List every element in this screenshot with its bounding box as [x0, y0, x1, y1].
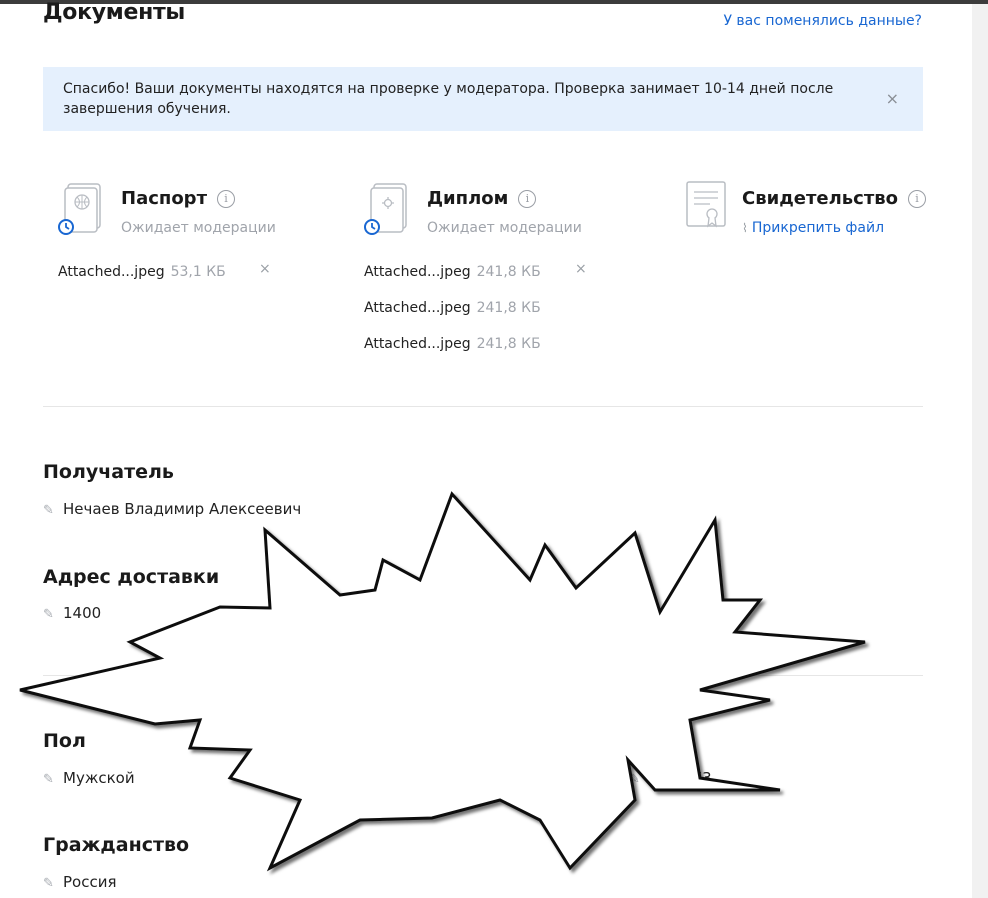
file-row[interactable]: Attached...jpeg 241,8 КБ: [364, 264, 541, 280]
paperclip-icon: ⌇: [742, 221, 748, 235]
page-title: Документы: [43, 0, 186, 25]
notice-text: Спасибо! Ваши документы находятся на про…: [63, 81, 834, 117]
certificate-icon: [686, 181, 726, 228]
remove-file-icon[interactable]: ×: [575, 261, 587, 277]
attach-file-label[interactable]: Прикрепить файл: [752, 220, 884, 236]
scrollbar[interactable]: [972, 4, 988, 898]
file-name[interactable]: Attached...jpeg: [364, 336, 471, 352]
delivery-title: Адрес доставки: [43, 566, 220, 588]
close-icon[interactable]: ×: [886, 89, 899, 109]
data-changed-link[interactable]: У вас поменялись данные?: [723, 13, 922, 29]
pencil-icon[interactable]: ✎: [43, 876, 57, 891]
file-name[interactable]: Attached...jpeg: [364, 264, 471, 280]
passport-status: Ожидает модерации: [121, 220, 276, 236]
certificate-title-text: Свидетельство: [742, 188, 899, 209]
info-icon[interactable]: i: [908, 190, 927, 208]
passport-document: Паспорт i Ожидает модерации: [58, 180, 338, 300]
pencil-icon[interactable]: ✎: [43, 607, 57, 622]
remove-file-icon[interactable]: ×: [259, 261, 271, 277]
file-size: 241,8 КБ: [476, 336, 541, 352]
certificate-title: Свидетельство i: [742, 188, 927, 209]
passport-title: Паспорт i: [121, 188, 236, 209]
file-name[interactable]: Attached...jpeg: [58, 264, 165, 280]
info-icon[interactable]: i: [217, 190, 236, 208]
passport-title-text: Паспорт: [121, 188, 208, 209]
recipient-value-row[interactable]: ✎ Нечаев Владимир Алексеевич: [43, 500, 301, 518]
pencil-icon[interactable]: ✎: [629, 772, 643, 787]
attach-file-link[interactable]: ⌇ Прикрепить файл: [742, 220, 884, 236]
delivery-value-row[interactable]: ✎ 1400: [43, 604, 101, 622]
file-size: 53,1 КБ: [170, 264, 226, 280]
snils-value: 114-273: [649, 769, 712, 787]
file-row[interactable]: Attached...jpeg 241,8 КБ: [364, 336, 541, 352]
file-size: 241,8 КБ: [476, 300, 541, 316]
citizenship-value: Россия: [63, 873, 117, 891]
citizenship-value-row[interactable]: ✎ Россия: [43, 873, 117, 891]
gender-value: Мужской: [63, 769, 135, 787]
diploma-icon: [364, 183, 407, 235]
certificate-document: Свидетельство i ⌇ Прикрепить файл: [684, 180, 927, 300]
recipient-value: Нечаев Владимир Алексеевич: [63, 500, 302, 518]
file-row[interactable]: Attached...jpeg 53,1 КБ: [58, 264, 226, 280]
gender-title: Пол: [43, 730, 86, 752]
file-size: 241,8 КБ: [476, 264, 541, 280]
pencil-icon[interactable]: ✎: [43, 503, 57, 518]
info-icon[interactable]: i: [518, 190, 537, 208]
citizenship-title: Гражданство: [43, 834, 190, 856]
recipient-title: Получатель: [43, 461, 174, 483]
diploma-title: Диплом i: [427, 188, 537, 209]
diploma-status: Ожидает модерации: [427, 220, 582, 236]
gender-value-row[interactable]: ✎ Мужской: [43, 769, 135, 787]
diploma-title-text: Диплом: [427, 188, 509, 209]
section-divider: [43, 406, 923, 407]
moderation-notice: Спасибо! Ваши документы находятся на про…: [43, 67, 923, 131]
section-divider: [43, 675, 923, 676]
pencil-icon[interactable]: ✎: [43, 772, 57, 787]
diploma-document: Диплом i Ожидает модерации: [364, 180, 644, 300]
snils-value-row[interactable]: ✎ 114-273: [629, 769, 712, 787]
file-name[interactable]: Attached...jpeg: [364, 300, 471, 316]
passport-icon: [58, 183, 101, 235]
file-row[interactable]: Attached...jpeg 241,8 КБ: [364, 300, 541, 316]
delivery-value: 1400: [63, 604, 102, 622]
